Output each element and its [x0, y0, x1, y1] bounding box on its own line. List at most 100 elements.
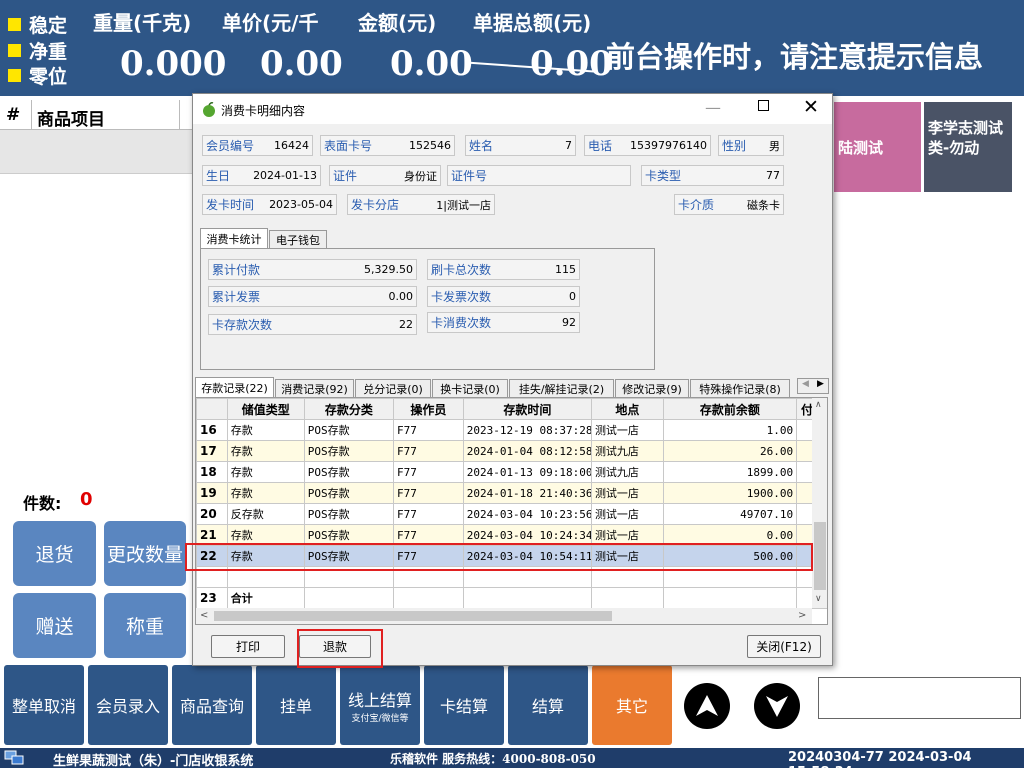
status-datetime: 20240304-77 2024-03-04 15:58:34 [788, 750, 972, 780]
scroll-right-icon[interactable]: > [798, 610, 806, 621]
header-category[interactable]: 存款分类 [303, 398, 394, 420]
cert-field: 证件 身份证 [329, 165, 441, 186]
selected-row-highlight [185, 543, 813, 571]
cert-no-field: 证件号 [447, 165, 631, 186]
network-icon [4, 750, 24, 765]
issue-store-field: 发卡分店 1|测试一店 [347, 194, 495, 215]
return-button[interactable]: 退货 [13, 521, 96, 586]
vertical-scrollbar[interactable]: ∧ ∨ [812, 398, 827, 608]
scroll-left-icon[interactable]: < [200, 610, 208, 621]
tab-scroller[interactable]: ◀ ▶ [797, 378, 829, 394]
total-label: 单据总额(元) [473, 11, 592, 35]
item-list-row[interactable] [0, 130, 194, 174]
header-balance-before[interactable]: 存款前余额 [662, 398, 798, 420]
table-row[interactable]: 18 存款 POS存款 F77 2024-01-13 09:18:00 测试九店 1899.… [196, 461, 827, 483]
arrow-down-icon [766, 696, 788, 717]
header-corner [196, 398, 228, 420]
card-pay-button[interactable]: 卡结算 [424, 665, 504, 745]
maximize-icon[interactable] [758, 100, 769, 111]
tab-modify-records[interactable]: 修改记录(9) [615, 379, 689, 397]
deposit-table: 储值类型 存款分类 操作员 存款时间 地点 存款前余额 付款 16存款POS存款… [195, 397, 828, 625]
table-total-row: 23合计5 [196, 587, 827, 609]
header-operator[interactable]: 操作员 [392, 398, 464, 420]
cancel-order-button[interactable]: 整单取消 [4, 665, 84, 745]
tab-card-change-records[interactable]: 换卡记录(0) [432, 379, 508, 397]
member-entry-button[interactable]: 会员录入 [88, 665, 168, 745]
tab-card-stats[interactable]: 消费卡统计 [200, 228, 268, 248]
notice-text: 前台操作时，请注意提示信息 [606, 40, 984, 74]
gender-field: 性别男 [718, 135, 784, 156]
minimize-icon[interactable]: — [705, 98, 721, 117]
consume-count-field: 卡消费次数 92 [427, 312, 580, 333]
col-item: 商品项目 [37, 110, 105, 130]
app-name: 生鲜果蔬测试（朱）-门店收银系统 [53, 754, 254, 769]
product-query-button[interactable]: 商品查询 [172, 665, 252, 745]
tab-special-records[interactable]: 特殊操作记录(8) [690, 379, 790, 397]
issue-time-field: 发卡时间 2023-05-04 [202, 194, 337, 215]
category-tile-2[interactable]: 李学志测试类-勿动 [924, 102, 1012, 192]
zero-indicator: 零位 [8, 62, 67, 89]
tab-consume-records[interactable]: 消费记录(92) [275, 379, 354, 397]
header-time[interactable]: 存款时间 [462, 398, 592, 420]
horizontal-scrollbar[interactable]: < > [196, 608, 812, 624]
birthday-field: 生日 2024-01-13 [202, 165, 321, 186]
print-button[interactable]: 打印 [211, 635, 285, 658]
total-paid-field: 累计付款 5,329.50 [208, 259, 417, 280]
other-button[interactable]: 其它 [592, 665, 672, 745]
tab-loss-records[interactable]: 挂失/解挂记录(2) [509, 379, 614, 397]
change-quantity-button[interactable]: 更改数量 [104, 521, 186, 586]
top-header: 稳定 净重 零位 重量(千克) 单价(元/千 金额(元) 单据总额(元) 0.0… [0, 0, 1024, 96]
dialog-titlebar: 消费卡明细内容 — ✕ [193, 94, 832, 124]
tab-points-records[interactable]: 兑分记录(0) [355, 379, 431, 397]
hang-order-button[interactable]: 挂单 [256, 665, 336, 745]
count-label: 件数: [23, 494, 62, 513]
scroll-up-icon[interactable]: ∧ [815, 400, 822, 410]
stats-panel: 累计付款 5,329.50 刷卡总次数 115 累计发票 0.00 卡发票次数 0 卡存… [200, 248, 655, 370]
scrollbar-thumb[interactable] [814, 522, 826, 590]
scroll-down-icon[interactable]: ∨ [815, 594, 822, 604]
close-button[interactable]: 关闭(F12) [747, 635, 821, 658]
online-pay-label: 线上结算 [347, 690, 412, 710]
vendor-hotline: 乐稽软件 服务热线：4000-808-050 [390, 752, 596, 766]
category-tile-1[interactable]: 陆测试 [834, 102, 921, 192]
close-icon[interactable]: ✕ [803, 96, 819, 118]
barcode-input[interactable] [818, 677, 1021, 719]
refund-highlight [297, 629, 383, 668]
online-pay-button[interactable]: 线上结算 支付宝/微信等 [340, 665, 420, 745]
swipe-total-field: 刷卡总次数 115 [427, 259, 580, 280]
weight-value: 0.000 [120, 44, 227, 84]
card-medium-field: 卡介质 磁条卡 [674, 194, 784, 215]
apple-icon [203, 102, 215, 117]
status-bar: 生鲜果蔬测试（朱）-门店收银系统 乐稽软件 服务热线：4000-808-050 … [0, 748, 1024, 780]
scroll-down-button[interactable] [754, 683, 800, 729]
total-invoice-field: 累计发票 0.00 [208, 286, 417, 307]
online-pay-sublabel: 支付宝/微信等 [351, 713, 409, 724]
tab-deposit-records[interactable]: 存款记录(22) [195, 377, 274, 397]
header-place[interactable]: 地点 [590, 398, 664, 420]
col-no: # [6, 105, 21, 125]
weigh-button[interactable]: 称重 [104, 593, 186, 658]
weight-label: 重量(千克) [93, 11, 192, 35]
table-row[interactable]: 19 存款 POS存款 F77 2024-01-18 21:40:36 测试一店 1900.… [196, 482, 827, 504]
unit-price-label: 单价(元/千 [222, 11, 319, 35]
phone-field: 电话 15397976140 [584, 135, 711, 156]
table-row[interactable]: 20 反存款 POS存款 F77 2024-03-04 10:23:56 测试一店 4970… [196, 503, 827, 525]
card-detail-dialog: 消费卡明细内容 — ✕ 会员编号 16424 表面卡号 152546 姓名 7 电话 1… [185, 93, 833, 668]
deposit-count-field: 卡存款次数 22 [208, 314, 417, 335]
status-square-icon [8, 44, 21, 57]
checkout-button[interactable]: 结算 [508, 665, 588, 745]
card-invoice-field: 卡发票次数 0 [427, 286, 580, 307]
amount-label: 金额(元) [358, 11, 437, 35]
scroll-up-button[interactable] [684, 683, 730, 729]
header-type[interactable]: 储值类型 [226, 398, 305, 420]
amount-value: 0.00 [390, 44, 473, 84]
gift-button[interactable]: 赠送 [13, 593, 96, 658]
tab-right-icon[interactable]: ▶ [813, 379, 828, 393]
hscrollbar-thumb[interactable] [214, 611, 612, 621]
table-row[interactable]: 16 存款 POS存款 F77 2023-12-19 08:37:28 测试一店 1.00 [196, 419, 827, 441]
tab-left-icon[interactable]: ◀ [798, 379, 813, 393]
table-row[interactable]: 17 存款 POS存款 F77 2024-01-04 08:12:58 测试九店 26.00 [196, 440, 827, 462]
total-value: 0.00 [530, 44, 613, 84]
status-square-icon [8, 69, 21, 82]
tab-e-wallet[interactable]: 电子钱包 [269, 230, 327, 248]
